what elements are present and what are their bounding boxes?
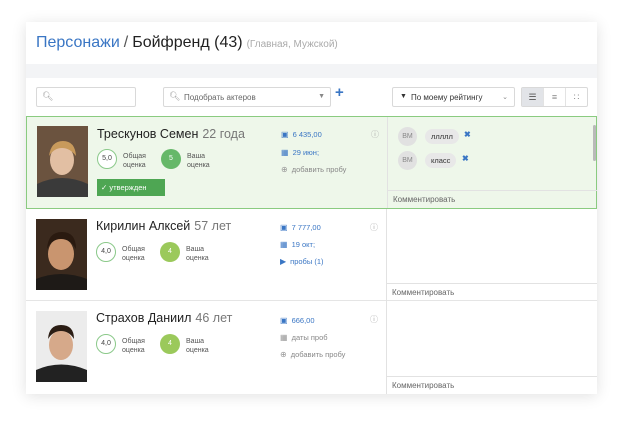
- my-score-label: Ваша оценка: [186, 246, 209, 262]
- actor-age: 22 года: [202, 127, 245, 141]
- date-value: 29 июн;: [292, 148, 320, 157]
- add-audition-link[interactable]: ⊕ добавить пробу: [281, 165, 346, 174]
- actor-picker-select[interactable]: 🔍︎ Подобрать актеров ▼: [163, 87, 331, 107]
- my-score[interactable]: 4: [160, 242, 180, 262]
- auditions-link[interactable]: ▶ пробы (1): [280, 257, 324, 266]
- avatar: ВМ: [398, 127, 417, 146]
- actor-name[interactable]: Страхов Даниил 46 лет: [96, 311, 232, 325]
- overall-score: 4,0: [96, 334, 116, 354]
- fee: ▣ 6 435,00: [281, 130, 322, 139]
- comment-input[interactable]: Комментировать: [388, 190, 597, 207]
- add-audition-label: добавить пробу: [290, 350, 346, 359]
- date[interactable]: ▦ 29 июн;: [281, 148, 319, 157]
- search-icon: 🔍︎: [169, 91, 181, 101]
- approved-badge[interactable]: ✓ утвержден: [97, 179, 165, 196]
- my-score[interactable]: 4: [160, 334, 180, 354]
- actor-photo-image: [36, 219, 87, 290]
- chevron-down-icon: ▼: [318, 93, 325, 100]
- search-icon: 🔍︎: [42, 91, 54, 101]
- fee: ▣ 666,00: [280, 316, 315, 325]
- sort-select[interactable]: ▼ По моему рейтингу ⌄: [392, 87, 515, 107]
- view-switcher: ☰ ≡ ∷: [521, 87, 588, 107]
- fee-value: 7 777,00: [291, 223, 321, 232]
- avatar: ВМ: [398, 151, 417, 170]
- auditions-label: пробы (1): [290, 257, 324, 266]
- header: Персонажи / Бойфренд (43) (Главная, Мужской…: [26, 22, 597, 64]
- add-circle-icon: ⊕: [280, 350, 287, 359]
- actor-name-text: Трескунов Семен: [97, 127, 199, 141]
- fee: ▣ 7 777,00: [280, 223, 321, 232]
- overall-score: 5,0: [97, 149, 117, 169]
- add-audition-label: добавить пробу: [291, 165, 347, 174]
- search-input[interactable]: 🔍︎: [36, 87, 136, 107]
- add-audition-link[interactable]: ⊕ добавить пробу: [280, 350, 345, 359]
- fee-value: 666,00: [291, 316, 315, 325]
- my-score[interactable]: 5: [161, 149, 181, 169]
- actor-name-text: Кирилин Алксей: [96, 219, 191, 233]
- actor-age: 46 лет: [195, 311, 233, 325]
- toolbar: 🔍︎ 🔍︎ Подобрать актеров ▼ + ▼ По моему р…: [26, 78, 597, 114]
- money-icon: ▣: [280, 223, 288, 232]
- actor-row[interactable]: Трескунов Семен 22 года 5,0 Общая оценка …: [26, 116, 597, 209]
- actor-age: 57 лет: [194, 219, 232, 233]
- overall-score-label: Общая оценка: [122, 338, 145, 354]
- date-value: 19 окт;: [291, 240, 316, 249]
- comment-input[interactable]: Комментировать: [387, 283, 597, 300]
- calendar-icon: ▦: [281, 148, 289, 157]
- page-subtitle: (Главная, Мужской): [246, 39, 338, 50]
- money-icon: ▣: [281, 130, 289, 139]
- add-circle-icon: ⊕: [281, 165, 288, 174]
- info-icon[interactable]: ⓘ: [370, 314, 378, 325]
- comments-scrollbar[interactable]: [593, 125, 596, 161]
- money-icon: ▣: [280, 316, 288, 325]
- chevron-down-icon: ⌄: [502, 94, 508, 101]
- actor-row[interactable]: Кирилин Алксей 57 лет 4,0 Общая оценка 4 …: [26, 209, 597, 301]
- fee-value: 6 435,00: [292, 130, 322, 139]
- compact-list-icon[interactable]: ≡: [544, 88, 566, 106]
- comment-tag: ллллл: [425, 129, 459, 144]
- actor-photo[interactable]: [37, 126, 88, 197]
- actor-name[interactable]: Кирилин Алксей 57 лет: [96, 219, 231, 233]
- actor-name[interactable]: Трескунов Семен 22 года: [97, 127, 245, 141]
- actor-row[interactable]: Страхов Даниил 46 лет 4,0 Общая оценка 4 …: [26, 301, 597, 394]
- casting-card: Персонажи / Бойфренд (43) (Главная, Мужской…: [26, 22, 597, 394]
- breadcrumb-link-characters[interactable]: Персонажи: [36, 34, 120, 51]
- date[interactable]: ▦ 19 окт;: [280, 240, 315, 249]
- close-icon[interactable]: ✖: [462, 154, 469, 163]
- play-circle-icon: ▶: [280, 257, 287, 266]
- audition-dates[interactable]: ▦ даты проб: [280, 333, 328, 342]
- my-score-label: Ваша оценка: [186, 338, 209, 354]
- page-title: Бойфренд (43): [132, 34, 243, 51]
- actor-photo-image: [36, 311, 87, 382]
- header-divider: [26, 64, 597, 78]
- close-icon[interactable]: ✖: [464, 130, 471, 139]
- calendar-icon: ▦: [280, 333, 288, 342]
- overall-score-label: Общая оценка: [123, 153, 146, 169]
- breadcrumb: Персонажи / Бойфренд (43) (Главная, Мужской…: [36, 34, 338, 52]
- info-icon[interactable]: ⓘ: [370, 222, 378, 233]
- sort-label: По моему рейтингу: [411, 93, 483, 102]
- comment-input[interactable]: Комментировать: [387, 376, 597, 393]
- grid-view-icon[interactable]: ∷: [566, 88, 587, 106]
- breadcrumb-separator: /: [123, 34, 129, 51]
- comment-tag: класс: [425, 153, 457, 168]
- audition-dates-label: даты проб: [291, 333, 328, 342]
- actor-photo[interactable]: [36, 311, 87, 382]
- sort-arrow-icon: ▼: [400, 93, 407, 100]
- calendar-icon: ▦: [280, 240, 288, 249]
- overall-score-label: Общая оценка: [122, 246, 145, 262]
- actor-photo-image: [37, 126, 88, 197]
- actor-picker-placeholder: Подобрать актеров: [184, 93, 256, 102]
- add-actor-button[interactable]: +: [335, 84, 344, 101]
- overall-score: 4,0: [96, 242, 116, 262]
- my-score-label: Ваша оценка: [187, 153, 210, 169]
- info-icon[interactable]: ⓘ: [371, 129, 379, 140]
- actor-name-text: Страхов Даниил: [96, 311, 192, 325]
- approved-label: утвержден: [109, 183, 147, 192]
- actor-photo[interactable]: [36, 219, 87, 290]
- list-view-icon[interactable]: ☰: [522, 88, 544, 106]
